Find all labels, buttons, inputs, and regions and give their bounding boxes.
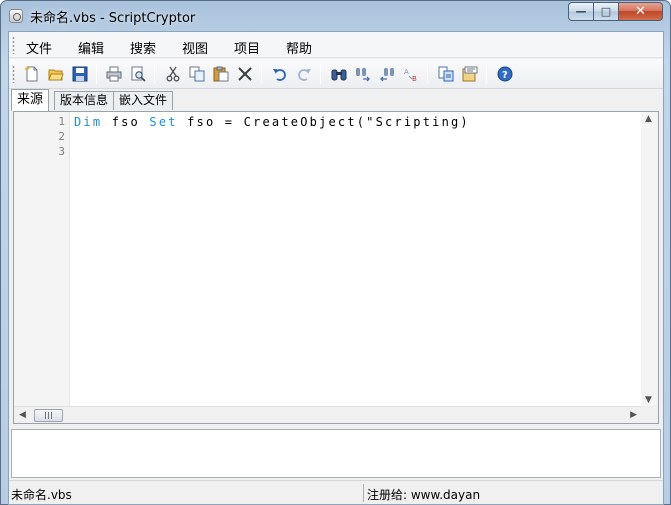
redo-button[interactable] xyxy=(294,64,314,84)
cut-icon xyxy=(166,66,180,82)
find-next-icon xyxy=(356,68,370,82)
code-text: fso xyxy=(102,115,150,129)
title-bar[interactable]: 未命名.vbs - ScriptCryptor — □ ✕ xyxy=(1,1,670,31)
save-button[interactable] xyxy=(70,64,90,84)
code-line-1[interactable]: Dim fso Set fso = CreateObject("Scriptin… xyxy=(74,115,470,129)
code-editor[interactable]: 1 2 3 Dim fso Set fso = CreateObject("Sc… xyxy=(13,111,659,424)
menu-grip-handle[interactable] xyxy=(12,36,15,54)
help-button[interactable]: ? xyxy=(495,64,515,84)
paste-icon xyxy=(213,66,229,82)
print-button[interactable] xyxy=(104,64,124,84)
project-settings-button[interactable] xyxy=(460,64,480,84)
find-button[interactable] xyxy=(329,64,349,84)
find-previous-button[interactable] xyxy=(377,64,397,84)
tab-strip: 来源 版本信息 嵌入文件 xyxy=(9,89,663,111)
copy-icon xyxy=(189,66,205,82)
svg-text:B: B xyxy=(412,75,417,82)
close-button[interactable]: ✕ xyxy=(619,2,663,21)
tab-source[interactable]: 来源 xyxy=(11,89,50,111)
save-icon xyxy=(72,66,88,82)
find-next-button[interactable] xyxy=(353,64,373,84)
undo-button[interactable] xyxy=(270,64,290,84)
status-bar: 未命名.vbs 注册给: www.dayan xyxy=(9,480,663,504)
project-settings-icon xyxy=(462,66,478,82)
toolbar-separator xyxy=(320,64,321,84)
delete-button[interactable] xyxy=(235,64,255,84)
app-window: 未命名.vbs - ScriptCryptor — □ ✕ 文件 编辑 搜索 视… xyxy=(0,0,671,505)
scroll-left-arrow-icon[interactable]: ◀ xyxy=(19,410,26,420)
line-number: 3 xyxy=(58,145,65,158)
vertical-scrollbar[interactable]: ▲ ▼ xyxy=(641,112,658,407)
cut-button[interactable] xyxy=(163,64,183,84)
toolbar-separator xyxy=(154,64,155,84)
replace-button[interactable]: A B xyxy=(401,64,421,84)
app-icon[interactable] xyxy=(9,9,23,23)
undo-icon xyxy=(273,69,286,81)
minimize-button[interactable]: — xyxy=(568,2,594,21)
print-preview-button[interactable] xyxy=(128,64,148,84)
line-number: 2 xyxy=(58,130,65,143)
new-file-icon xyxy=(25,66,38,82)
scroll-right-arrow-icon[interactable]: ▶ xyxy=(630,410,637,420)
menu-project[interactable]: 项目 xyxy=(234,38,260,57)
menu-help[interactable]: 帮助 xyxy=(286,38,312,57)
scrollbar-thumb[interactable] xyxy=(34,409,63,422)
delete-icon xyxy=(238,67,252,81)
toolbar-separator xyxy=(427,64,428,84)
compile-button[interactable] xyxy=(436,64,456,84)
find-previous-icon xyxy=(380,68,394,82)
menu-search[interactable]: 搜索 xyxy=(130,38,156,57)
status-divider xyxy=(363,484,364,502)
help-icon: ? xyxy=(497,66,513,82)
horizontal-scrollbar[interactable]: ◀ ▶ xyxy=(14,406,641,423)
toolbar-separator xyxy=(261,64,262,84)
line-number: 1 xyxy=(58,115,65,128)
replace-icon: A B xyxy=(404,68,417,82)
new-file-button[interactable] xyxy=(22,64,42,84)
toolbar: A B ? xyxy=(9,59,663,89)
keyword-dim: Dim xyxy=(74,115,103,129)
caption-buttons: — □ ✕ xyxy=(568,2,663,21)
toolbar-separator xyxy=(96,64,97,84)
tab-embedded-files[interactable]: 嵌入文件 xyxy=(113,91,174,110)
scrollbar-corner xyxy=(641,406,658,423)
compile-icon xyxy=(438,66,454,82)
output-pane[interactable] xyxy=(11,429,661,478)
redo-icon xyxy=(298,69,311,81)
menu-file[interactable]: 文件 xyxy=(26,38,52,57)
code-text: fso = CreateObject("Scripting) xyxy=(177,115,470,129)
menu-bar: 文件 编辑 搜索 视图 项目 帮助 xyxy=(9,32,663,58)
copy-button[interactable] xyxy=(187,64,207,84)
find-icon xyxy=(331,69,347,81)
svg-text:A: A xyxy=(404,68,409,76)
window-title: 未命名.vbs - ScriptCryptor xyxy=(30,11,196,26)
toolbar-separator xyxy=(486,64,487,84)
paste-button[interactable] xyxy=(211,64,231,84)
open-folder-icon xyxy=(48,69,64,81)
menu-view[interactable]: 视图 xyxy=(182,38,208,57)
open-button[interactable] xyxy=(46,64,66,84)
svg-text:?: ? xyxy=(502,70,508,81)
close-icon: ✕ xyxy=(635,4,646,19)
print-icon xyxy=(106,66,122,82)
scroll-up-arrow-icon[interactable]: ▲ xyxy=(645,114,652,124)
scroll-down-arrow-icon[interactable]: ▼ xyxy=(645,395,652,405)
keyword-set: Set xyxy=(149,115,178,129)
toolbar-grip-handle[interactable] xyxy=(12,65,15,83)
menu-edit[interactable]: 编辑 xyxy=(78,38,104,57)
maximize-icon: □ xyxy=(600,5,612,18)
print-preview-icon xyxy=(131,66,146,82)
tab-version-info[interactable]: 版本信息 xyxy=(54,91,115,110)
client-area: 文件 编辑 搜索 视图 项目 帮助 A B ? 来源 版本信息 嵌入文件 1 2… xyxy=(8,31,664,505)
minimize-icon: — xyxy=(575,5,587,18)
maximize-button[interactable]: □ xyxy=(594,2,619,21)
status-registered-to: 注册给: www.dayan xyxy=(367,488,481,502)
status-file-name: 未命名.vbs xyxy=(11,488,72,502)
line-number-gutter: 1 2 3 xyxy=(14,112,70,407)
